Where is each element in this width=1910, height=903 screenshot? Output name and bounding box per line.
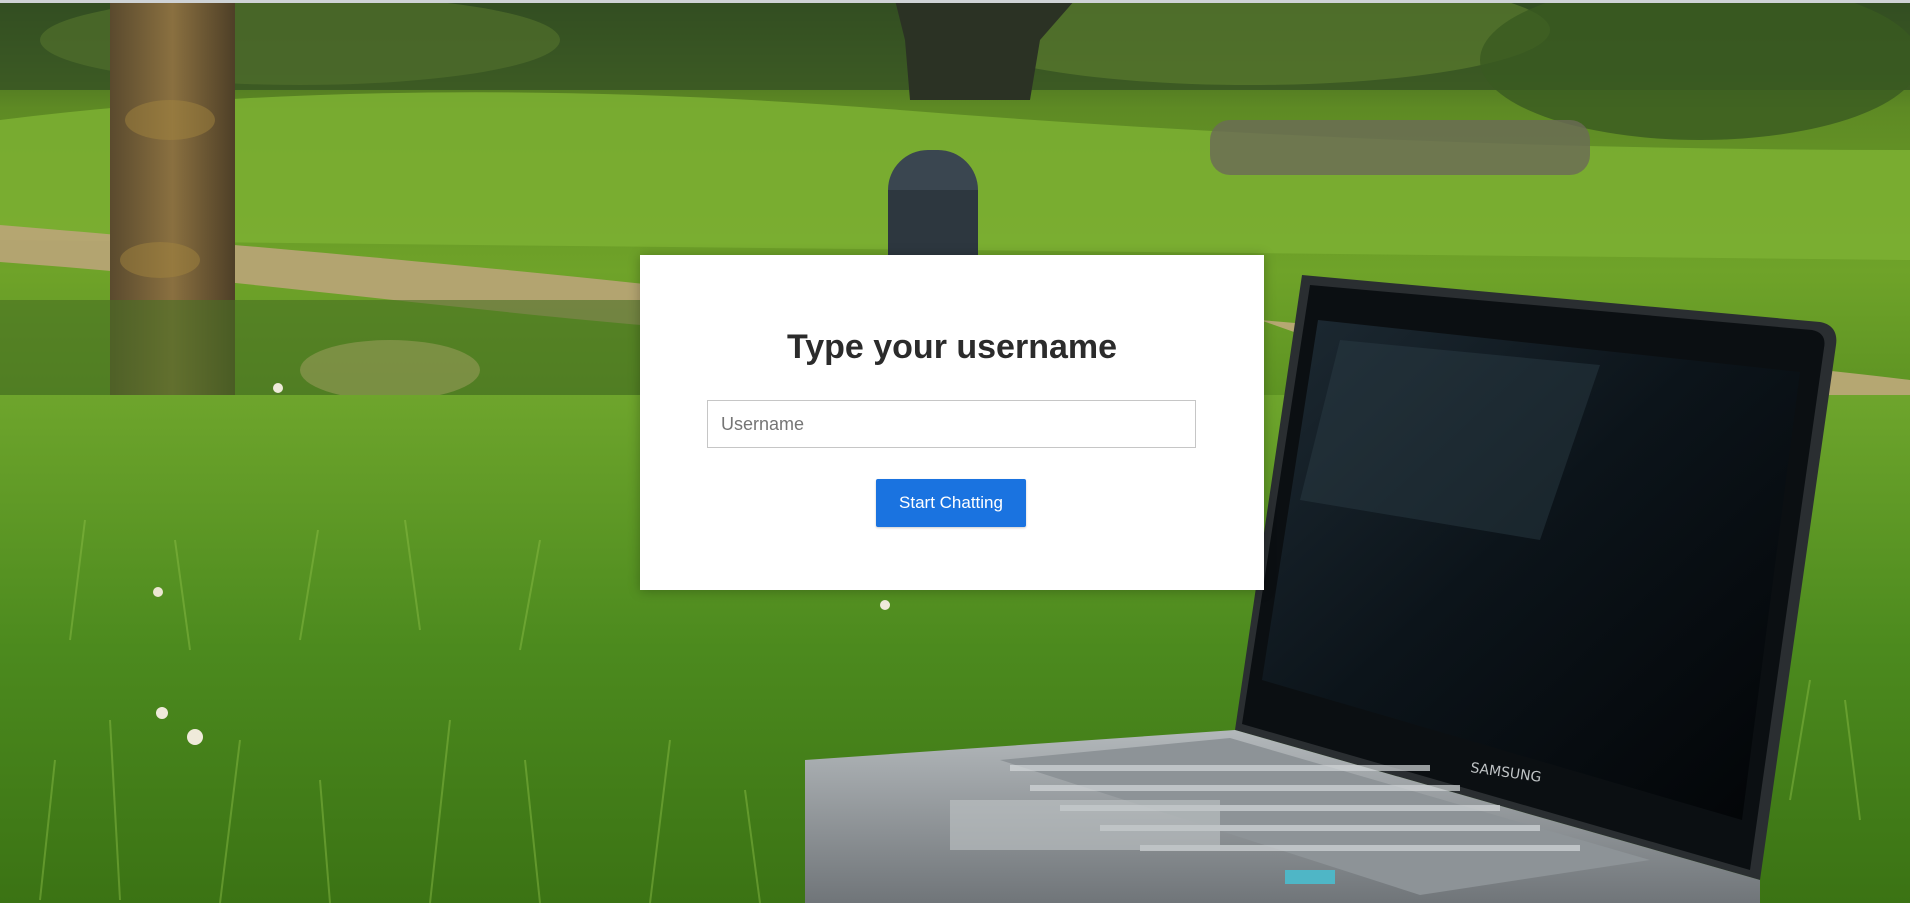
browser-top-strip [0, 0, 1910, 3]
login-card: Type your username Start Chatting [640, 255, 1264, 590]
page: SAMSUNG Type your username Start Chattin… [0, 0, 1910, 903]
start-chatting-button[interactable]: Start Chatting [876, 479, 1026, 527]
login-title: Type your username [786, 328, 1118, 366]
username-input[interactable] [707, 400, 1196, 448]
